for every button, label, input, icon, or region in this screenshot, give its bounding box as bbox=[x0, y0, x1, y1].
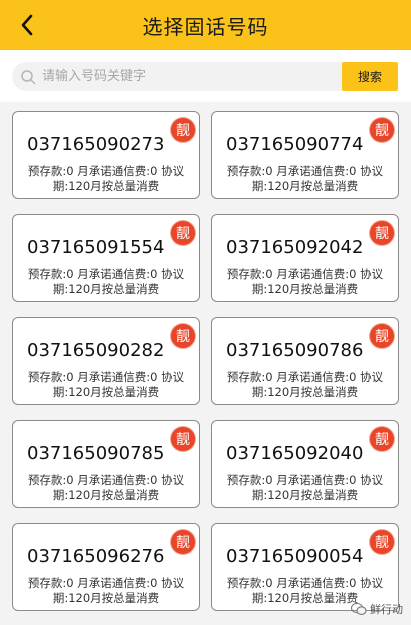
number-terms: 预存款:0 月承诺通信费:0 协议期:120月按总量消费 bbox=[226, 267, 384, 296]
number-terms: 预存款:0 月承诺通信费:0 协议期:120月按总量消费 bbox=[27, 164, 185, 193]
number-terms: 预存款:0 月承诺通信费:0 协议期:120月按总量消费 bbox=[27, 370, 185, 399]
number-terms: 预存款:0 月承诺通信费:0 协议期:120月按总量消费 bbox=[226, 370, 384, 399]
page-title: 选择固话号码 bbox=[142, 14, 269, 39]
phone-number: 037165090054 bbox=[226, 546, 364, 567]
search-box[interactable] bbox=[12, 62, 342, 91]
number-grid: 037165090273 靓 预存款:0 月承诺通信费:0 协议期:120月按总… bbox=[0, 102, 411, 625]
premium-badge: 靓 bbox=[171, 427, 195, 451]
number-terms: 预存款:0 月承诺通信费:0 协议期:120月按总量消费 bbox=[226, 164, 384, 193]
premium-badge: 靓 bbox=[171, 118, 195, 142]
premium-badge: 靓 bbox=[370, 118, 394, 142]
watermark: 鲜行动 bbox=[351, 601, 403, 617]
phone-number: 037165096276 bbox=[27, 546, 165, 567]
number-terms: 预存款:0 月承诺通信费:0 协议期:120月按总量消费 bbox=[27, 267, 185, 296]
search-button[interactable]: 搜索 bbox=[342, 62, 398, 91]
watermark-text: 鲜行动 bbox=[370, 603, 403, 616]
number-card[interactable]: 037165092040 靓 预存款:0 月承诺通信费:0 协议期:120月按总… bbox=[211, 420, 399, 508]
premium-badge: 靓 bbox=[171, 324, 195, 348]
number-card[interactable]: 037165090282 靓 预存款:0 月承诺通信费:0 协议期:120月按总… bbox=[12, 317, 200, 405]
number-card[interactable]: 037165090785 靓 预存款:0 月承诺通信费:0 协议期:120月按总… bbox=[12, 420, 200, 508]
phone-number: 037165090786 bbox=[226, 340, 364, 361]
premium-badge: 靓 bbox=[171, 221, 195, 245]
number-terms: 预存款:0 月承诺通信费:0 协议期:120月按总量消费 bbox=[27, 576, 185, 605]
phone-number: 037165092040 bbox=[226, 443, 364, 464]
wechat-icon bbox=[351, 602, 367, 615]
premium-badge: 靓 bbox=[370, 427, 394, 451]
phone-number: 037165090282 bbox=[27, 340, 165, 361]
premium-badge: 靓 bbox=[370, 221, 394, 245]
back-button[interactable] bbox=[12, 10, 42, 40]
number-card[interactable]: 037165090774 靓 预存款:0 月承诺通信费:0 协议期:120月按总… bbox=[211, 111, 399, 199]
search-icon bbox=[21, 69, 36, 84]
phone-number: 037165091554 bbox=[27, 237, 165, 258]
chevron-left-icon bbox=[21, 14, 33, 36]
app-header: 选择固话号码 bbox=[0, 0, 411, 50]
phone-number: 037165090273 bbox=[27, 134, 165, 155]
number-card[interactable]: 037165092042 靓 预存款:0 月承诺通信费:0 协议期:120月按总… bbox=[211, 214, 399, 302]
number-card[interactable]: 037165090786 靓 预存款:0 月承诺通信费:0 协议期:120月按总… bbox=[211, 317, 399, 405]
premium-badge: 靓 bbox=[171, 530, 195, 554]
premium-badge: 靓 bbox=[370, 530, 394, 554]
phone-number: 037165092042 bbox=[226, 237, 364, 258]
premium-badge: 靓 bbox=[370, 324, 394, 348]
number-card[interactable]: 037165090273 靓 预存款:0 月承诺通信费:0 协议期:120月按总… bbox=[12, 111, 200, 199]
number-card[interactable]: 037165096276 靓 预存款:0 月承诺通信费:0 协议期:120月按总… bbox=[12, 523, 200, 611]
phone-number: 037165090785 bbox=[27, 443, 165, 464]
search-input[interactable] bbox=[42, 63, 332, 90]
number-terms: 预存款:0 月承诺通信费:0 协议期:120月按总量消费 bbox=[27, 473, 185, 502]
number-terms: 预存款:0 月承诺通信费:0 协议期:120月按总量消费 bbox=[226, 473, 384, 502]
number-card[interactable]: 037165091554 靓 预存款:0 月承诺通信费:0 协议期:120月按总… bbox=[12, 214, 200, 302]
number-card[interactable]: 037165090054 靓 预存款:0 月承诺通信费:0 协议期:120月按总… bbox=[211, 523, 399, 611]
phone-number: 037165090774 bbox=[226, 134, 364, 155]
